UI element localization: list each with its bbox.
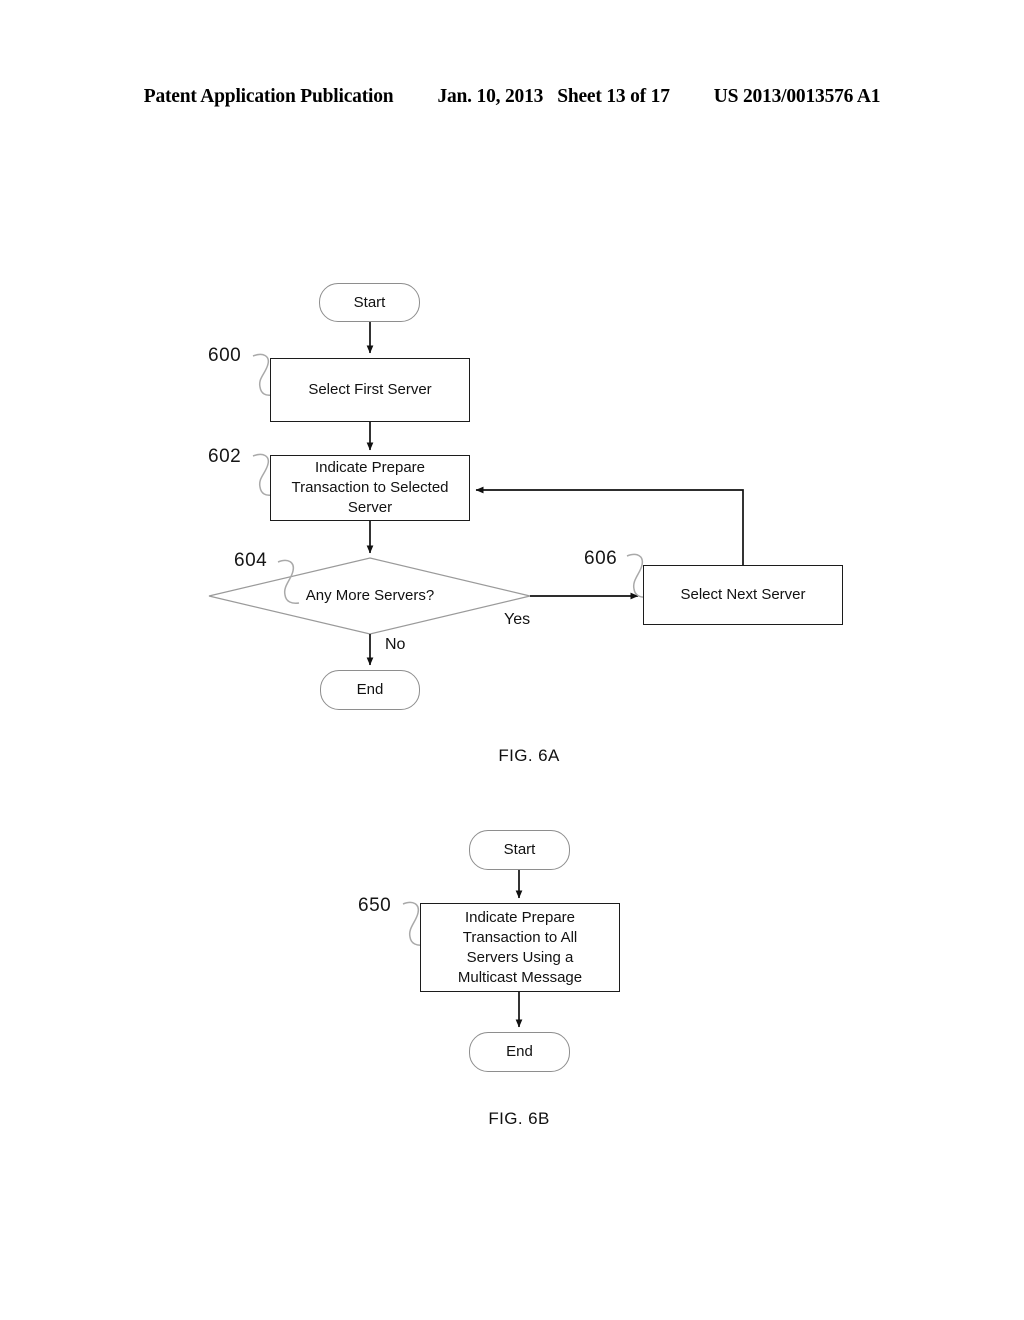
fig6b-caption: FIG. 6B bbox=[488, 1109, 550, 1128]
fig6a-indicate-prepare-selected-label: Indicate Prepare Transaction to Selected… bbox=[291, 459, 449, 516]
header-publication-number: US 2013/0013576 A1 bbox=[713, 86, 881, 107]
fig6b-indicate-prepare-multicast-label: Indicate Prepare Transaction to All Serv… bbox=[457, 908, 583, 986]
fig6a-select-first-server-label: Select First Server bbox=[308, 381, 432, 398]
fig6a-decision-label-wrapper: Any More Servers? bbox=[270, 583, 470, 609]
header-publication-title: Patent Application Publication bbox=[143, 86, 394, 107]
fig6b-indicate-prepare-multicast-box: Indicate Prepare Transaction to All Serv… bbox=[420, 903, 620, 992]
fig6a-end-label: End bbox=[356, 681, 384, 698]
fig6b-end-label: End bbox=[506, 1043, 533, 1060]
fig6a-caption: FIG. 6A bbox=[498, 746, 560, 765]
header-publication-date: Jan. 10, 2013 bbox=[437, 86, 544, 107]
fig6a-edge-label-yes: Yes bbox=[504, 611, 531, 628]
fig6a-indicate-prepare-selected-box: Indicate Prepare Transaction to Selected… bbox=[270, 455, 470, 521]
page-header: Patent Application Publication Jan. 10, … bbox=[0, 86, 1024, 116]
fig6a-edge-label-no: No bbox=[385, 636, 406, 653]
fig6b-ref-650: 650 bbox=[358, 895, 392, 916]
fig6a-select-next-server-label: Select Next Server bbox=[680, 586, 806, 603]
fig6a-ref-604: 604 bbox=[234, 550, 268, 571]
fig6a-end-terminator: End bbox=[320, 670, 420, 710]
fig6a-start-terminator: Start bbox=[319, 283, 420, 322]
fig6b-start-terminator: Start bbox=[469, 830, 570, 870]
fig6a-decision-label: Any More Servers? bbox=[305, 587, 435, 604]
fig6a-ref-600: 600 bbox=[208, 345, 242, 366]
fig6a-select-next-server-box: Select Next Server bbox=[643, 565, 843, 625]
fig6b-end-terminator: End bbox=[469, 1032, 570, 1072]
fig6a-ref-602: 602 bbox=[208, 446, 242, 467]
header-sheet-number: Sheet 13 of 17 bbox=[557, 86, 670, 107]
fig6a-ref-606: 606 bbox=[584, 548, 618, 569]
fig6a-start-label: Start bbox=[353, 293, 386, 311]
fig6b-start-label: Start bbox=[503, 841, 536, 858]
fig6a-select-first-server-box: Select First Server bbox=[270, 358, 470, 422]
